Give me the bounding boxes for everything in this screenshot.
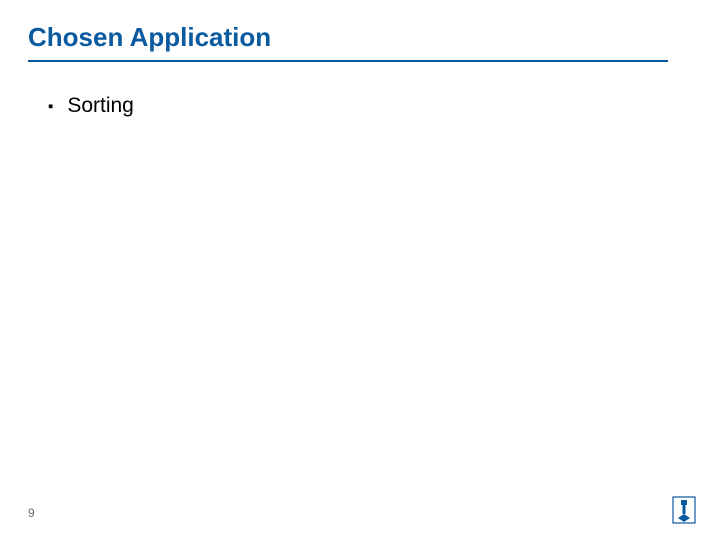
institution-logo-icon xyxy=(672,496,696,524)
title-underline xyxy=(28,60,668,62)
slide-title: Chosen Application xyxy=(28,22,271,53)
bullet-marker-icon: ▪ xyxy=(48,99,53,114)
page-number: 9 xyxy=(28,506,35,520)
bullet-text: Sorting xyxy=(67,94,134,118)
slide: Chosen Application ▪ Sorting 9 xyxy=(0,0,720,540)
bullet-item: ▪ Sorting xyxy=(48,94,134,118)
